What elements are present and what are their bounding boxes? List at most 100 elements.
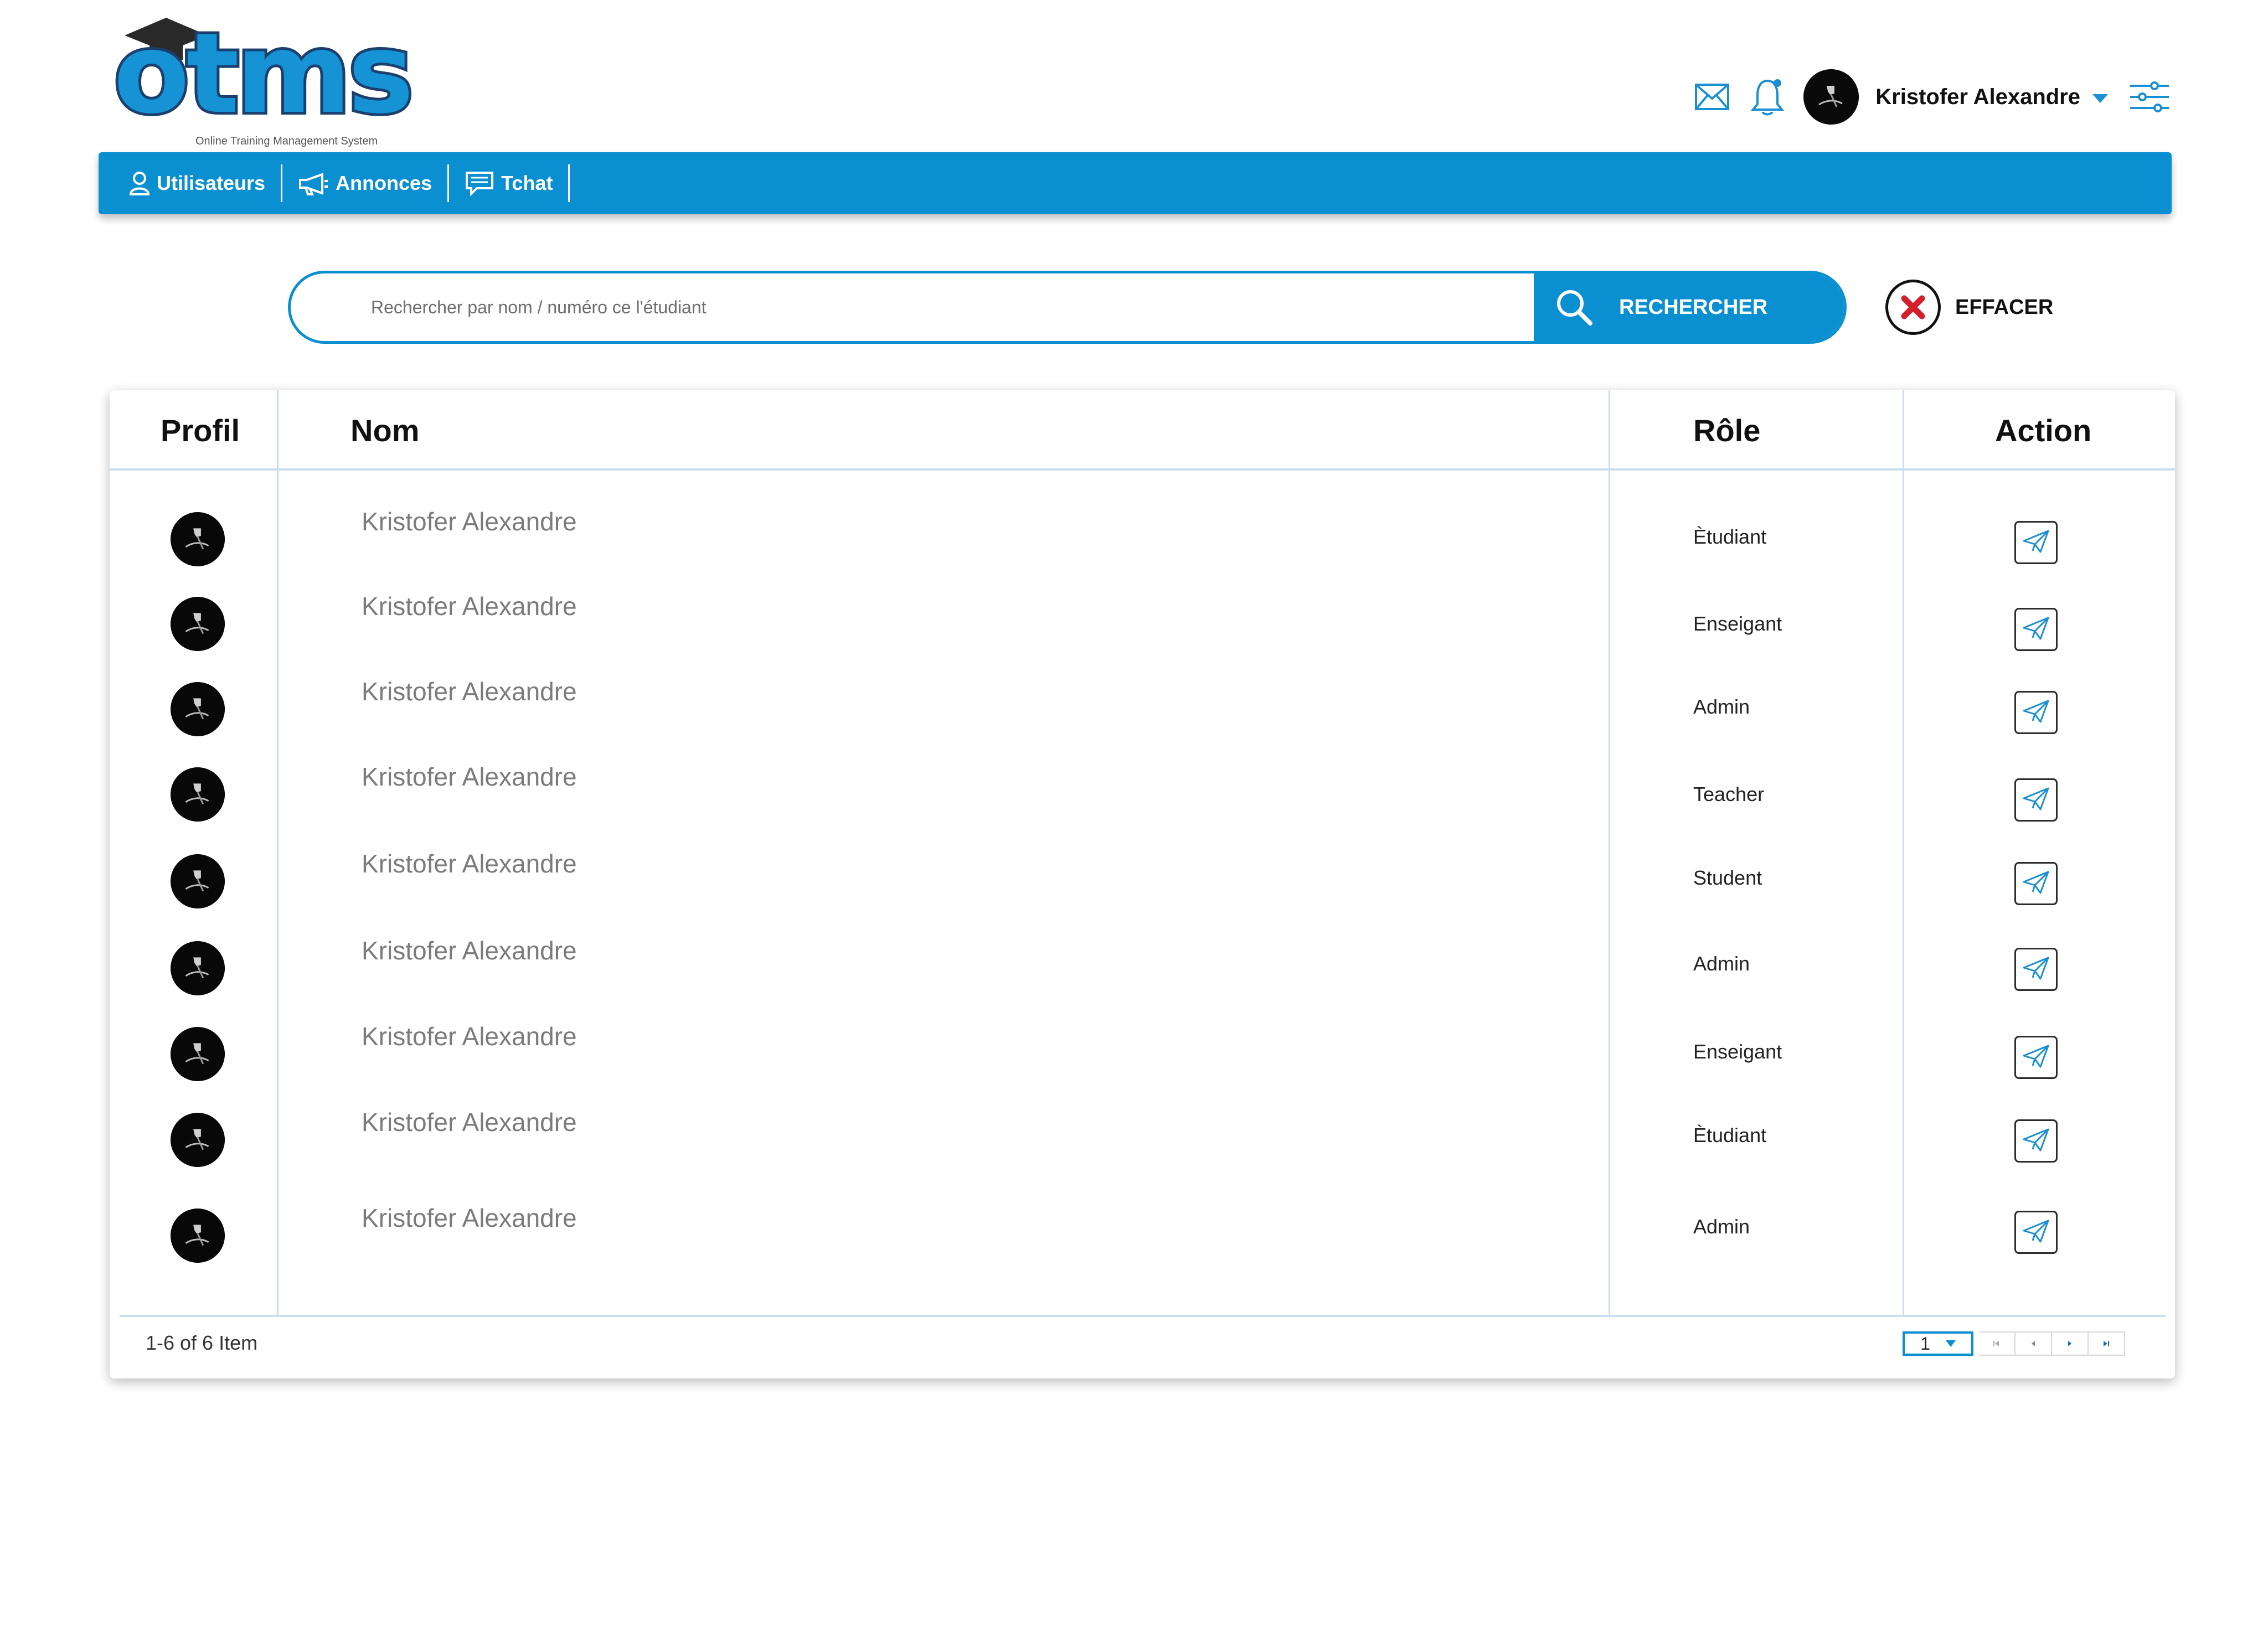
prev-page-icon[interactable] — [2016, 1331, 2052, 1356]
next-page-icon[interactable] — [2052, 1331, 2089, 1356]
nav-label-annonces: Annonces — [336, 172, 432, 194]
avatar[interactable] — [171, 1209, 225, 1263]
column-header-action: Action — [1995, 413, 2092, 448]
megaphone-icon — [299, 173, 328, 195]
nav-item-utilisateurs[interactable]: Utilisateurs — [99, 152, 281, 214]
nav-item-annonces[interactable]: Annonces — [282, 152, 447, 214]
role-cell: Student — [1693, 866, 1762, 889]
role-cell: Ètudiant — [1693, 1124, 1767, 1147]
page-select[interactable]: 1 — [1903, 1331, 1973, 1356]
search-bar: RECHERCHER — [288, 271, 1847, 344]
role-cell: Enseigant — [1693, 1040, 1782, 1063]
user-name-cell: Kristofer Alexandre — [362, 677, 577, 706]
send-icon — [2022, 956, 2050, 984]
avatar[interactable] — [171, 1027, 225, 1081]
clear-button[interactable]: EFFACER — [1885, 280, 2053, 335]
nav-label-tchat: Tchat — [501, 172, 553, 194]
avatar[interactable] — [171, 682, 225, 736]
column-header-nom: Nom — [350, 413, 420, 448]
search-input[interactable] — [291, 273, 1534, 341]
first-page-icon[interactable] — [1979, 1331, 2016, 1356]
page-number: 1 — [1920, 1333, 1930, 1354]
search-button[interactable]: RECHERCHER — [1534, 273, 1844, 341]
send-icon — [2022, 529, 2050, 557]
main-navbar: Utilisateurs Annonces Tchat — [99, 152, 2172, 214]
logo-tagline: Online Training Management System — [195, 135, 378, 147]
user-icon — [129, 172, 150, 195]
clear-button-label: EFFACER — [1955, 295, 2054, 319]
item-count: 1-6 of 6 Item — [146, 1331, 258, 1354]
send-message-button[interactable] — [2014, 608, 2058, 651]
send-message-button[interactable] — [2014, 691, 2058, 734]
send-message-button[interactable] — [2014, 1036, 2058, 1079]
search-button-label: RECHERCHER — [1619, 295, 1768, 319]
user-name-cell: Kristofer Alexandre — [362, 1204, 577, 1232]
table-header — [110, 390, 2175, 471]
user-name-cell: Kristofer Alexandre — [362, 936, 577, 965]
last-page-icon[interactable] — [2089, 1331, 2125, 1356]
role-cell: Teacher — [1693, 783, 1765, 805]
chat-icon — [466, 172, 494, 196]
role-cell: Enseigant — [1693, 612, 1782, 635]
send-message-button[interactable] — [2014, 948, 2058, 991]
chevron-down-icon — [1945, 1340, 1956, 1347]
table-row: Kristofer Alexandre Enseigant — [110, 592, 2175, 680]
avatar[interactable] — [171, 597, 225, 651]
table-footer-divider — [120, 1315, 2166, 1317]
nav-label-utilisateurs: Utilisateurs — [157, 172, 266, 194]
avatar[interactable] — [171, 512, 225, 566]
nav-item-tchat[interactable]: Tchat — [449, 152, 568, 214]
table-row: Kristofer Alexandre Student — [110, 849, 2175, 937]
table-row: Kristofer Alexandre Admin — [110, 1204, 2175, 1292]
avatar[interactable] — [171, 1113, 225, 1167]
role-cell: Admin — [1693, 695, 1750, 718]
column-header-profil: Profil — [161, 413, 240, 448]
user-name[interactable]: Kristofer Alexandre — [1875, 85, 2080, 110]
send-message-button[interactable] — [2014, 862, 2058, 905]
send-message-button[interactable] — [2014, 1211, 2058, 1254]
avatar[interactable] — [171, 854, 225, 908]
otms-logo[interactable]: otms Online Training Management System — [111, 9, 424, 148]
send-message-button[interactable] — [2014, 778, 2058, 822]
search-icon — [1557, 290, 1592, 326]
send-icon — [2022, 699, 2050, 727]
user-avatar[interactable] — [1803, 69, 1859, 125]
close-icon — [1885, 280, 1941, 335]
user-name-cell: Kristofer Alexandre — [362, 849, 577, 878]
send-icon — [2022, 786, 2050, 814]
column-header-role: Rôle — [1693, 413, 1761, 448]
user-name-cell: Kristofer Alexandre — [362, 592, 577, 621]
send-icon — [2022, 870, 2050, 898]
table-row: Kristofer Alexandre Ètudiant — [110, 507, 2175, 595]
role-cell: Admin — [1693, 1215, 1750, 1238]
send-message-button[interactable] — [2014, 521, 2058, 564]
user-name-cell: Kristofer Alexandre — [362, 1022, 577, 1051]
user-toolbar: Kristofer Alexandre — [1693, 61, 2171, 133]
send-message-button[interactable] — [2014, 1119, 2058, 1163]
table-row: Kristofer Alexandre Admin — [110, 936, 2175, 1024]
user-name-cell: Kristofer Alexandre — [362, 762, 577, 791]
send-icon — [2022, 1127, 2050, 1155]
pagination: 1 — [1903, 1331, 2125, 1356]
avatar[interactable] — [171, 941, 225, 995]
send-icon — [2022, 1044, 2050, 1072]
nav-divider — [568, 164, 570, 202]
send-icon — [2022, 616, 2050, 644]
user-name-cell: Kristofer Alexandre — [362, 507, 577, 536]
role-cell: Admin — [1693, 952, 1750, 975]
table-row: Kristofer Alexandre Admin — [110, 677, 2175, 765]
mail-icon[interactable] — [1693, 80, 1731, 113]
table-row: Kristofer Alexandre Ètudiant — [110, 1108, 2175, 1196]
send-icon — [2022, 1218, 2050, 1247]
chevron-down-icon[interactable] — [2092, 94, 2108, 103]
table-row: Kristofer Alexandre Teacher — [110, 762, 2175, 850]
avatar[interactable] — [171, 767, 225, 822]
app-root: otms Online Training Management System K… — [0, 0, 2268, 1637]
role-cell: Ètudiant — [1693, 525, 1767, 548]
table-row: Kristofer Alexandre Enseigant — [110, 1022, 2175, 1110]
users-table: Profil Nom Rôle Action Kristofer Alexand… — [110, 390, 2175, 1378]
sliders-icon[interactable] — [2128, 80, 2171, 113]
logo-wordmark: otms — [111, 9, 416, 138]
bell-icon[interactable] — [1748, 75, 1787, 119]
user-name-cell: Kristofer Alexandre — [362, 1108, 577, 1137]
